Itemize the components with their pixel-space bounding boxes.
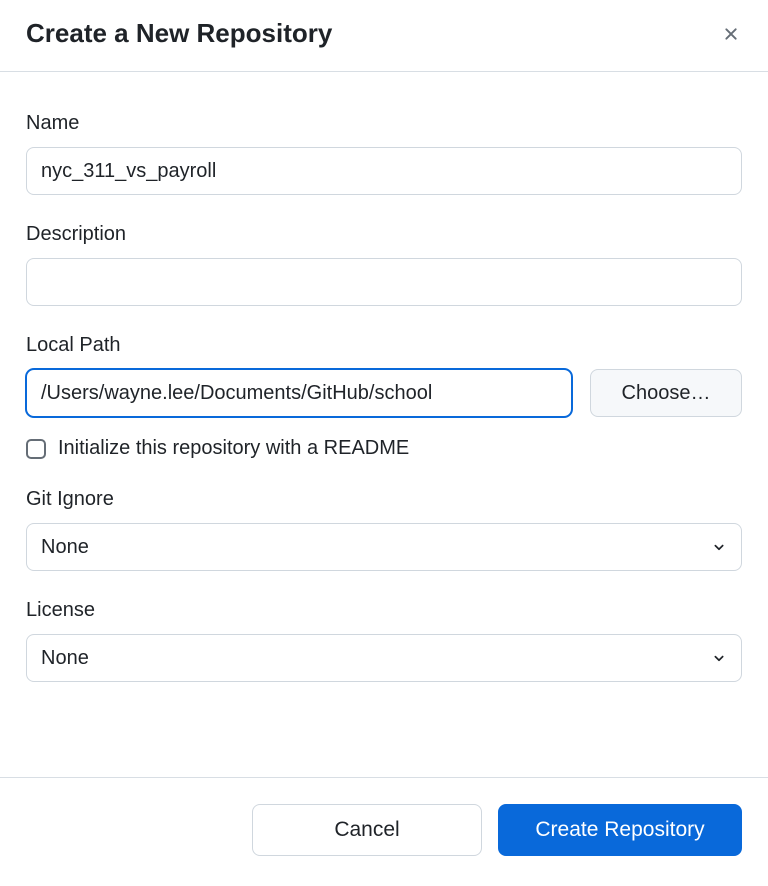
name-field-group: Name [26, 112, 742, 195]
readme-checkbox-label[interactable]: Initialize this repository with a README [58, 437, 409, 460]
name-label: Name [26, 112, 742, 135]
git-ignore-label: Git Ignore [26, 488, 742, 511]
dialog-title: Create a New Repository [26, 18, 332, 49]
git-ignore-select-wrapper: None [26, 523, 742, 571]
local-path-input[interactable] [26, 369, 572, 417]
description-input[interactable] [26, 258, 742, 306]
dialog-footer: Cancel Create Repository [0, 777, 768, 886]
license-select-wrapper: None [26, 634, 742, 682]
local-path-field-group: Local Path Choose… [26, 334, 742, 417]
cancel-button[interactable]: Cancel [252, 804, 482, 856]
local-path-row: Choose… [26, 369, 742, 417]
license-label: License [26, 599, 742, 622]
local-path-label: Local Path [26, 334, 742, 357]
name-input[interactable] [26, 147, 742, 195]
dialog-header: Create a New Repository [0, 0, 768, 72]
description-label: Description [26, 223, 742, 246]
git-ignore-field-group: Git Ignore None [26, 488, 742, 571]
description-field-group: Description [26, 223, 742, 306]
close-icon[interactable] [720, 23, 742, 45]
create-repository-button[interactable]: Create Repository [498, 804, 742, 856]
choose-button[interactable]: Choose… [590, 369, 742, 417]
git-ignore-select[interactable]: None [26, 523, 742, 571]
license-select[interactable]: None [26, 634, 742, 682]
readme-checkbox-row: Initialize this repository with a README [26, 437, 742, 460]
dialog-body: Name Description Local Path Choose… Init… [0, 72, 768, 777]
create-repository-dialog: Create a New Repository Name Description… [0, 0, 768, 886]
license-field-group: License None [26, 599, 742, 682]
readme-checkbox[interactable] [26, 439, 46, 459]
